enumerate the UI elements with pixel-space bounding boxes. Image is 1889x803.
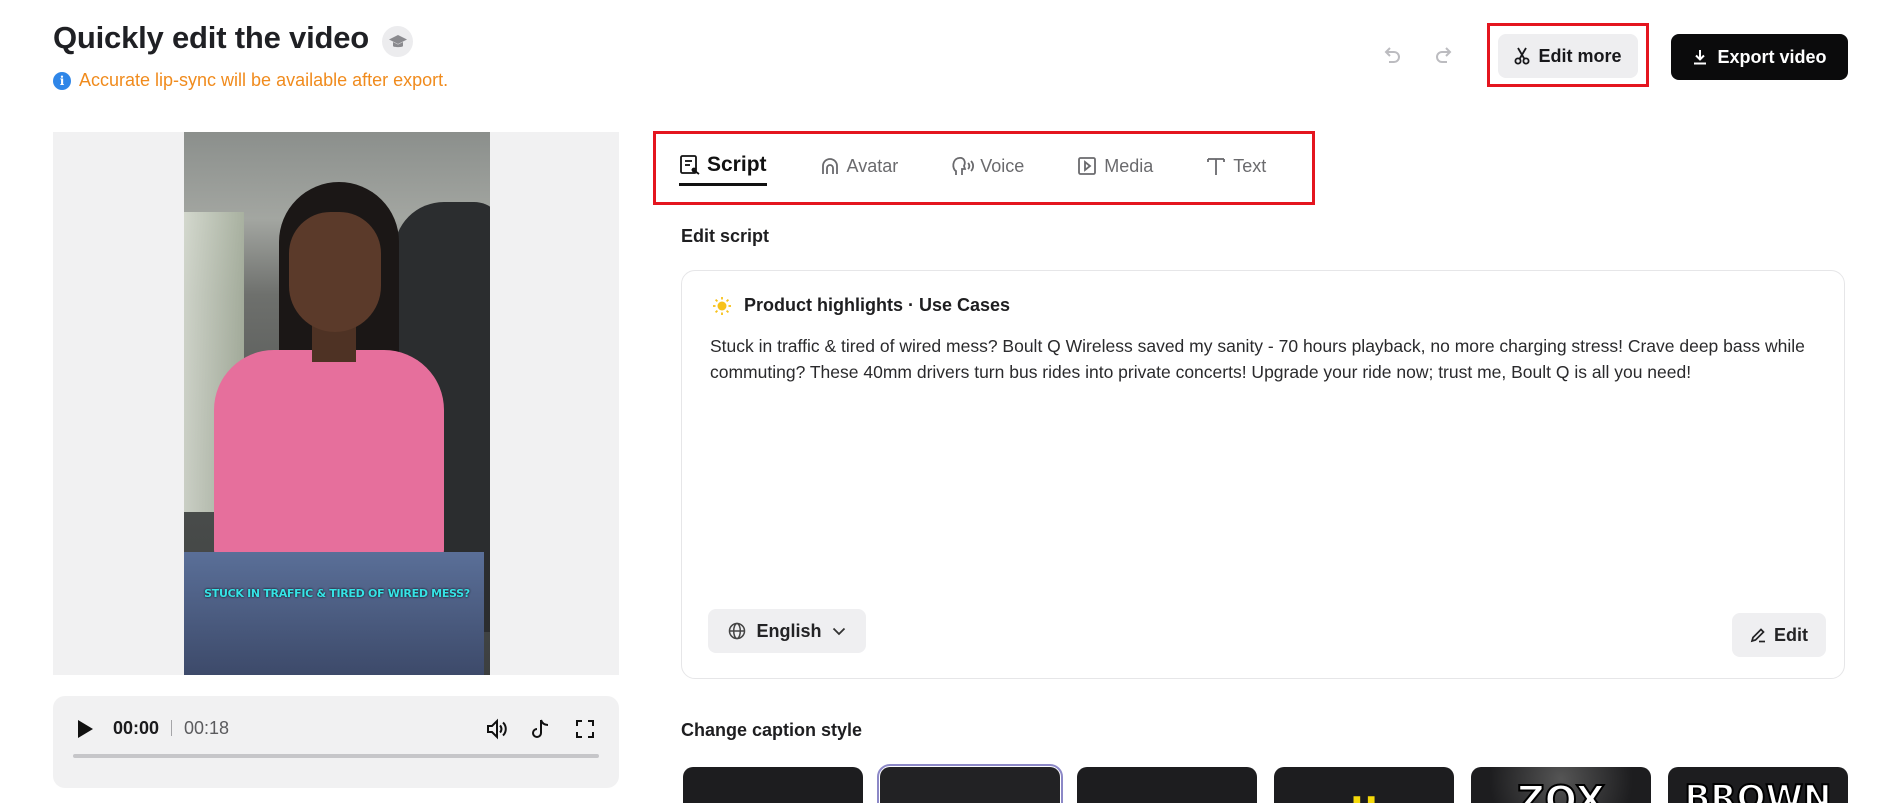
- video-caption: STUCK IN TRAFFIC & TIRED OF WIRED MESS?: [204, 587, 470, 600]
- tab-text[interactable]: Text: [1205, 146, 1266, 186]
- language-label: English: [756, 620, 822, 641]
- tiktok-icon[interactable]: [528, 716, 554, 742]
- tab-script-label: Script: [707, 152, 767, 176]
- volume-icon[interactable]: [484, 716, 510, 742]
- caption-style-sample: [683, 781, 863, 803]
- video-player-controls: 00:00 00:18: [53, 696, 619, 788]
- script-card-header: Product highlights · Use Cases: [712, 295, 1010, 316]
- info-icon: i: [53, 71, 71, 90]
- edit-label: Edit: [1774, 624, 1808, 645]
- caption-style-list: ·· ZOX BROWN: [683, 764, 1848, 803]
- sun-icon: [713, 296, 731, 315]
- globe-icon: [729, 622, 746, 640]
- caption-style-sample: ··: [1349, 778, 1379, 803]
- text-icon: [1207, 158, 1226, 175]
- script-icon: [680, 154, 700, 175]
- scissors-icon: [1514, 47, 1530, 65]
- progress-bar[interactable]: [73, 754, 599, 758]
- edit-script-button[interactable]: Edit: [1732, 613, 1826, 657]
- redo-icon[interactable]: [1432, 44, 1456, 68]
- caption-style-tile[interactable]: [877, 764, 1063, 803]
- tab-script[interactable]: Script: [679, 146, 767, 186]
- video-frame: STUCK IN TRAFFIC & TIRED OF WIRED MESS?: [184, 132, 490, 675]
- pencil-icon: [1750, 628, 1765, 643]
- avatar-face: [289, 212, 381, 332]
- graduation-cap-icon[interactable]: [382, 26, 413, 57]
- caption-style-tile[interactable]: ··: [1274, 767, 1454, 803]
- download-icon: [1694, 50, 1707, 65]
- video-preview[interactable]: STUCK IN TRAFFIC & TIRED OF WIRED MESS?: [53, 132, 619, 675]
- caption-style-sample: ZOX: [1516, 778, 1606, 803]
- fullscreen-icon[interactable]: [572, 716, 598, 742]
- caption-style-sample: BROWN: [1684, 778, 1833, 803]
- script-card-title: Product highlights · Use Cases: [744, 295, 1011, 315]
- chevron-down-icon: [832, 627, 845, 636]
- tab-text-label: Text: [1233, 155, 1267, 176]
- tab-voice[interactable]: Voice: [950, 146, 1024, 186]
- edit-more-button[interactable]: Edit more: [1498, 34, 1638, 78]
- media-icon: [1078, 157, 1097, 175]
- caption-style-tile[interactable]: [683, 767, 863, 803]
- editor-tabs: Script Avatar Voice Media Text: [679, 146, 1318, 186]
- avatar-icon: [821, 158, 838, 174]
- tab-media[interactable]: Media: [1076, 146, 1153, 186]
- play-icon[interactable]: [75, 718, 95, 740]
- tab-media-label: Media: [1104, 155, 1154, 176]
- current-time: 00:00: [113, 718, 160, 738]
- time-divider: [171, 720, 172, 736]
- undo-icon[interactable]: [1380, 44, 1404, 68]
- caption-style-tile[interactable]: [1077, 767, 1257, 803]
- tab-avatar-label: Avatar: [846, 155, 899, 176]
- tab-avatar[interactable]: Avatar: [819, 146, 899, 186]
- language-select[interactable]: English: [708, 609, 866, 653]
- tab-voice-label: Voice: [980, 155, 1025, 176]
- lip-sync-notice: i Accurate lip-sync will be available af…: [53, 70, 448, 91]
- voice-icon: [952, 156, 975, 175]
- caption-style-tile[interactable]: ZOX: [1471, 767, 1651, 803]
- export-video-button[interactable]: Export video: [1671, 34, 1848, 80]
- total-time: 00:18: [184, 718, 230, 738]
- script-card: Product highlights · Use Cases Stuck in …: [681, 270, 1845, 679]
- notice-text: Accurate lip-sync will be available afte…: [79, 70, 449, 90]
- app-page: Quickly edit the video i Accurate lip-sy…: [0, 0, 1889, 803]
- export-video-label: Export video: [1717, 46, 1827, 67]
- script-text[interactable]: Stuck in traffic & tired of wired mess? …: [710, 333, 1820, 385]
- caption-style-tile[interactable]: BROWN: [1668, 767, 1848, 803]
- avatar-shirt: [214, 350, 444, 570]
- edit-more-label: Edit more: [1538, 45, 1622, 66]
- avatar-jeans: [184, 552, 484, 675]
- caption-style-heading: Change caption style: [681, 720, 863, 740]
- page-title: Quickly edit the video: [53, 20, 370, 55]
- edit-script-heading: Edit script: [681, 226, 770, 246]
